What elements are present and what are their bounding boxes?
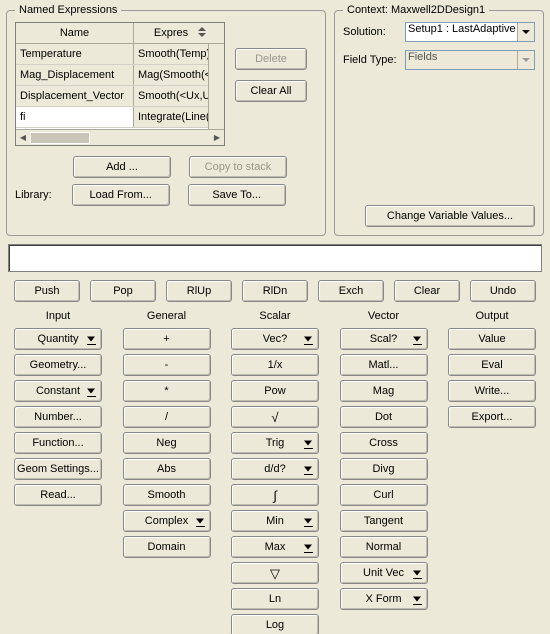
load-from-button[interactable]: Load From... [72, 184, 170, 206]
geom-settings-button[interactable]: Geom Settings... [14, 458, 102, 480]
quantity-button[interactable]: Quantity [14, 328, 102, 350]
sqrt-button[interactable]: √ [231, 406, 319, 428]
input-header: Input [46, 308, 70, 324]
context-legend: Context: Maxwell2DDesign1 [343, 4, 489, 16]
scroll-right-icon[interactable]: ▶ [210, 131, 224, 145]
multiply-button[interactable]: * [123, 380, 211, 402]
log-button[interactable]: Log [231, 614, 319, 634]
smooth-button[interactable]: Smooth [123, 484, 211, 506]
mag-button[interactable]: Mag [340, 380, 428, 402]
scroll-left-icon[interactable]: ◀ [16, 131, 30, 145]
chevron-down-icon [517, 51, 534, 69]
field-type-label: Field Type: [343, 54, 405, 66]
trig-button[interactable]: Trig [231, 432, 319, 454]
dot-button[interactable]: Dot [340, 406, 428, 428]
col-header-expression[interactable]: Expres [134, 23, 208, 43]
horizontal-scrollbar[interactable]: ◀ ▶ [16, 129, 224, 145]
minus-button[interactable]: - [123, 354, 211, 376]
nabla-button[interactable]: ▽ [231, 562, 319, 584]
field-type-select: Fields [405, 50, 535, 70]
push-button[interactable]: Push [14, 280, 80, 302]
pow-button[interactable]: Pow [231, 380, 319, 402]
scal-button[interactable]: Scal? [340, 328, 428, 350]
sort-icon[interactable] [197, 27, 206, 37]
chevron-down-icon[interactable] [517, 23, 534, 41]
table-header: Name Expres [16, 23, 224, 44]
scalar-column: Scalar Vec? 1/x Pow √ Trig d/d? ∫ Min Ma… [231, 308, 319, 634]
xform-button[interactable]: X Form [340, 588, 428, 610]
table-row[interactable]: Displacement_Vector Smooth(<Ux,Uy,0 [16, 86, 208, 107]
solution-select[interactable]: Setup1 : LastAdaptive [405, 22, 535, 42]
table-row[interactable]: Temperature Smooth(Temp) [16, 44, 208, 65]
named-expressions-table[interactable]: Name Expres Temperature Smooth(Temp) [15, 22, 225, 146]
nabla-icon: ▽ [270, 567, 280, 580]
matl-button[interactable]: Matl... [340, 354, 428, 376]
plus-button[interactable]: + [123, 328, 211, 350]
vector-header: Vector [368, 308, 399, 324]
scroll-up-icon[interactable] [210, 44, 224, 58]
number-button[interactable]: Number... [14, 406, 102, 428]
vec-button[interactable]: Vec? [231, 328, 319, 350]
derivative-button[interactable]: d/d? [231, 458, 319, 480]
scroll-down-icon[interactable] [210, 115, 224, 129]
change-variable-values-button[interactable]: Change Variable Values... [365, 205, 535, 227]
value-button[interactable]: Value [448, 328, 536, 350]
output-header: Output [475, 308, 508, 324]
copy-to-stack-button[interactable]: Copy to stack [189, 156, 287, 178]
eval-button[interactable]: Eval [448, 354, 536, 376]
normal-button[interactable]: Normal [340, 536, 428, 558]
curl-button[interactable]: Curl [340, 484, 428, 506]
abs-button[interactable]: Abs [123, 458, 211, 480]
add-button[interactable]: Add ... [73, 156, 171, 178]
domain-button[interactable]: Domain [123, 536, 211, 558]
tangent-button[interactable]: Tangent [340, 510, 428, 532]
col-header-name[interactable]: Name [16, 23, 134, 43]
context-group: Context: Maxwell2DDesign1 Solution: Setu… [334, 4, 544, 236]
named-expressions-legend: Named Expressions [15, 4, 121, 16]
output-column: Output Value Eval Write... Export... [448, 308, 536, 634]
table-row[interactable]: fi Integrate(Line(slo [16, 107, 208, 128]
scrollbar-thumb[interactable] [30, 132, 90, 144]
pop-button[interactable]: Pop [90, 280, 156, 302]
integral-icon: ∫ [273, 489, 277, 502]
inverse-button[interactable]: 1/x [231, 354, 319, 376]
clear-all-button[interactable]: Clear All [235, 80, 307, 102]
read-button[interactable]: Read... [14, 484, 102, 506]
library-label: Library: [15, 189, 52, 201]
named-expressions-group: Named Expressions Name Expres Temperatur… [6, 4, 326, 236]
max-button[interactable]: Max [231, 536, 319, 558]
ln-button[interactable]: Ln [231, 588, 319, 610]
integral-button[interactable]: ∫ [231, 484, 319, 506]
vertical-scrollbar[interactable] [208, 44, 224, 129]
export-button[interactable]: Export... [448, 406, 536, 428]
complex-button[interactable]: Complex [123, 510, 211, 532]
neg-button[interactable]: Neg [123, 432, 211, 454]
rlup-button[interactable]: RlUp [166, 280, 232, 302]
geometry-button[interactable]: Geometry... [14, 354, 102, 376]
vector-column: Vector Scal? Matl... Mag Dot Cross Divg … [340, 308, 428, 634]
save-to-button[interactable]: Save To... [188, 184, 286, 206]
unit-vec-button[interactable]: Unit Vec [340, 562, 428, 584]
scalar-header: Scalar [259, 308, 290, 324]
constant-button[interactable]: Constant [14, 380, 102, 402]
divide-button[interactable]: / [123, 406, 211, 428]
solution-label: Solution: [343, 26, 405, 38]
undo-button[interactable]: Undo [470, 280, 536, 302]
sqrt-icon: √ [271, 411, 278, 424]
write-button[interactable]: Write... [448, 380, 536, 402]
input-column: Input Quantity Geometry... Constant Numb… [14, 308, 102, 634]
table-row[interactable]: Mag_Displacement Mag(Smooth(<Ux [16, 65, 208, 86]
divg-button[interactable]: Divg [340, 458, 428, 480]
rldn-button[interactable]: RlDn [242, 280, 308, 302]
cross-button[interactable]: Cross [340, 432, 428, 454]
general-header: General [147, 308, 186, 324]
exch-button[interactable]: Exch [318, 280, 384, 302]
min-button[interactable]: Min [231, 510, 319, 532]
delete-button[interactable]: Delete [235, 48, 307, 70]
clear-button[interactable]: Clear [394, 280, 460, 302]
general-column: General + - * / Neg Abs Smooth Complex D… [123, 308, 211, 634]
expression-input[interactable] [8, 244, 542, 272]
function-button[interactable]: Function... [14, 432, 102, 454]
